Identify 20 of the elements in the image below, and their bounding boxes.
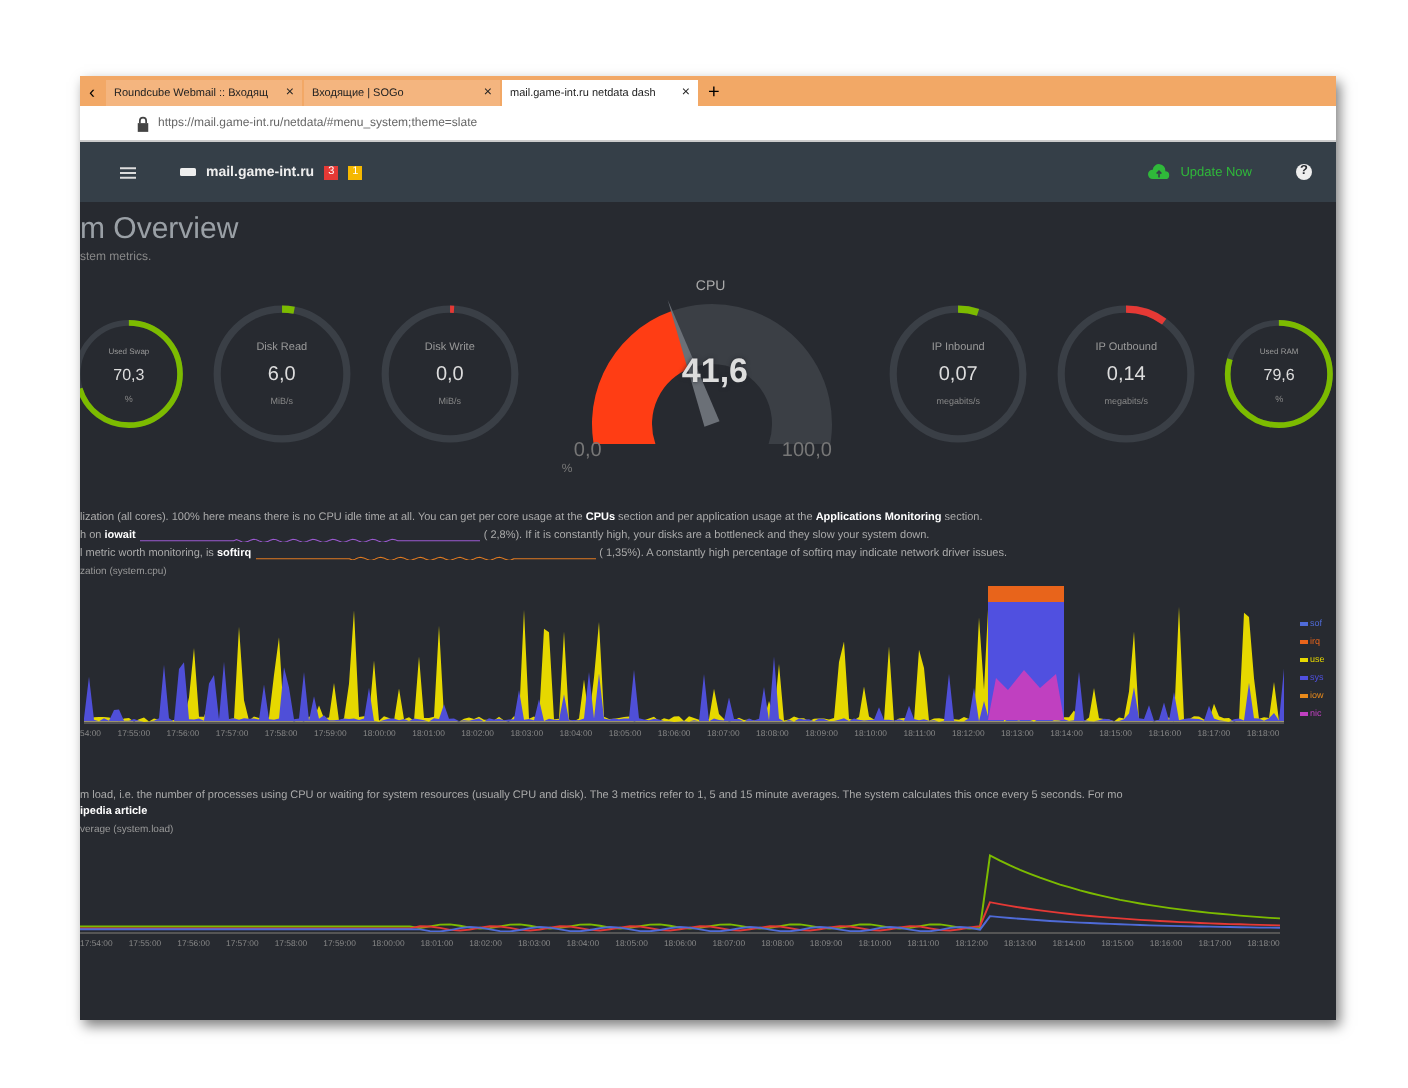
lock-icon [136, 115, 150, 131]
tab-scroll-icon[interactable]: ‹ [80, 80, 104, 106]
gauge-min: 0,0 [573, 440, 602, 462]
menu-icon[interactable] [120, 165, 136, 179]
new-tab-icon[interactable]: + [700, 80, 728, 106]
gauge-value: 6,0 [267, 364, 296, 386]
nice-area [988, 670, 1064, 720]
page-title: m Overview [80, 210, 241, 246]
gauge-value: 41,6 [681, 352, 749, 392]
server-icon [180, 168, 196, 176]
gauge-value: 79,6 [1263, 365, 1295, 383]
gauge-max: 100,0 [781, 440, 832, 462]
gauge-ring [80, 314, 186, 434]
gauge-value: 0,0 [435, 364, 464, 386]
gauge-value: 0,14 [1106, 364, 1146, 386]
gauge-value: 0,07 [938, 364, 978, 386]
gauge-ring [1222, 314, 1336, 434]
irq-area [988, 586, 1064, 602]
gauge-value: 70,3 [113, 365, 145, 383]
cloud-upload-icon [1148, 164, 1171, 180]
